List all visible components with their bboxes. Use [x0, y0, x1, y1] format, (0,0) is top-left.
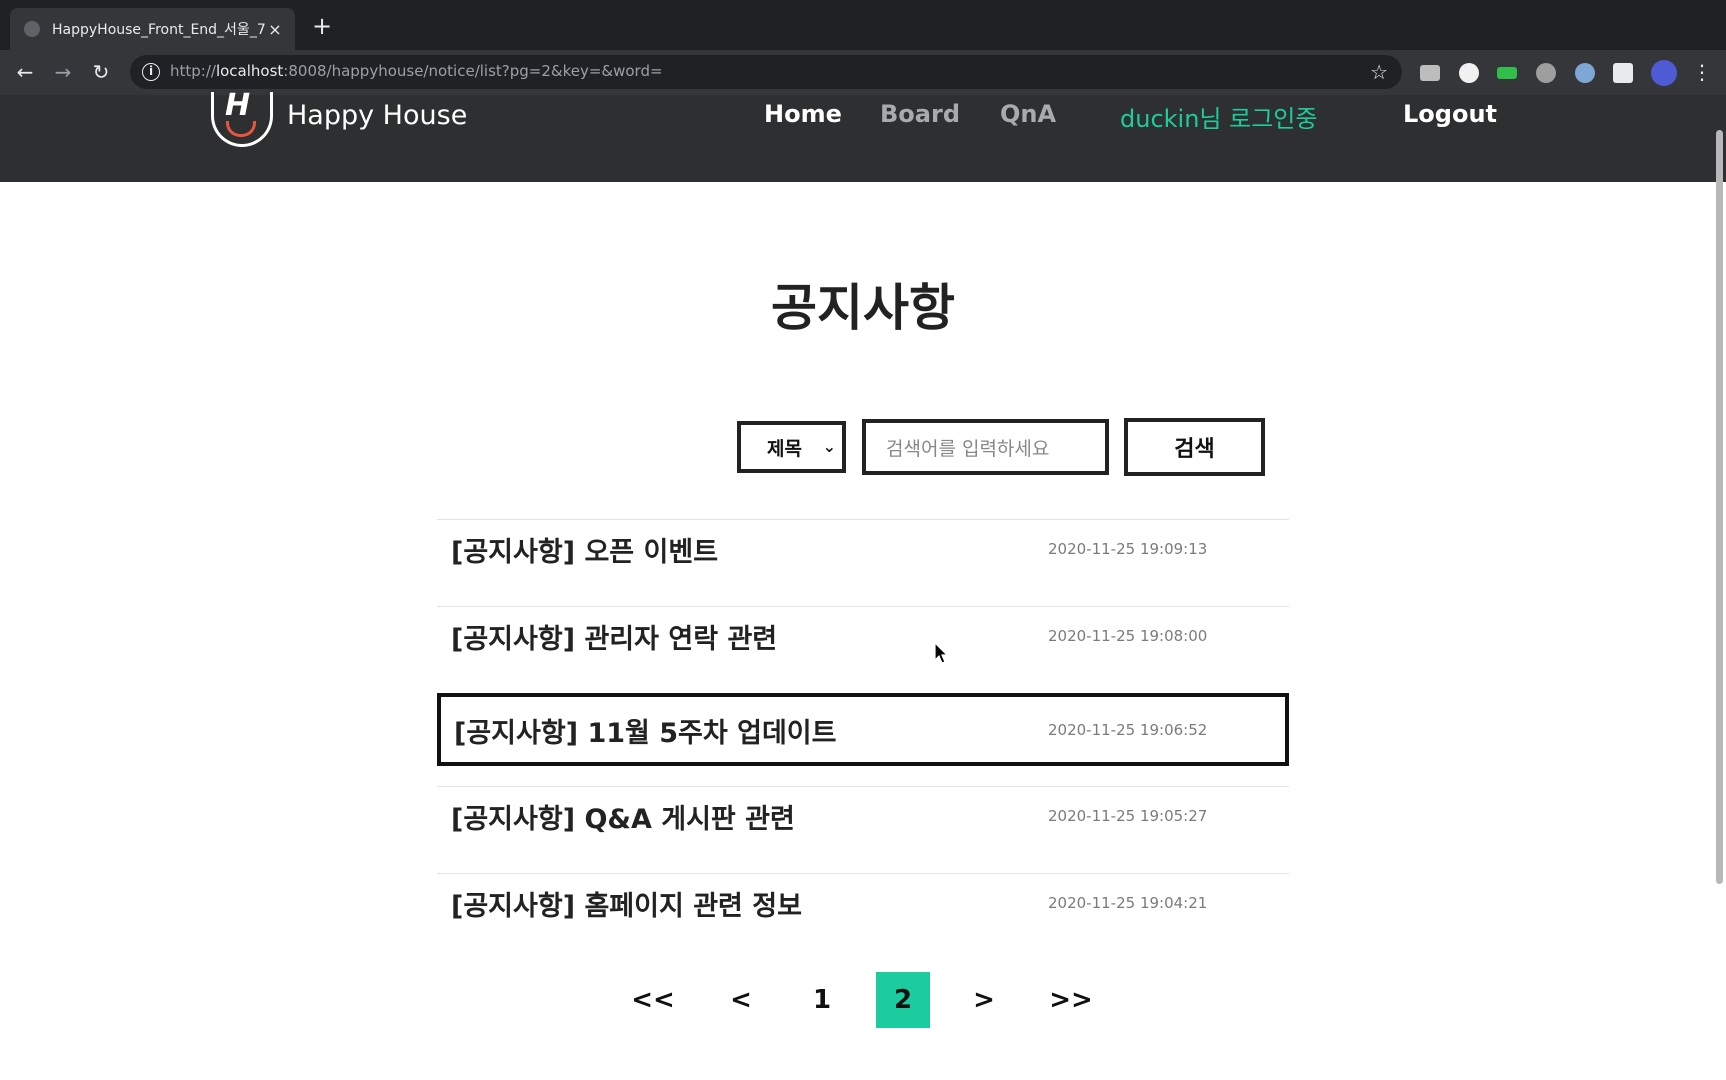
notice-date: 2020-11-25 19:05:27 — [1048, 807, 1208, 825]
tab-strip: HappyHouse_Front_End_서울_7 × + — [0, 0, 1726, 50]
bookmark-star-icon[interactable]: ☆ — [1370, 60, 1388, 84]
address-bar[interactable]: i http://localhost:8008/happyhouse/notic… — [130, 55, 1402, 89]
reload-icon[interactable]: ↻ — [88, 59, 114, 85]
logout-link[interactable]: Logout — [1403, 100, 1497, 128]
url-prefix: http:// — [170, 62, 216, 80]
notice-title[interactable]: [공지사항] 오픈 이벤트 — [451, 530, 718, 569]
extension-printer-icon[interactable] — [1420, 65, 1440, 81]
search-key-select[interactable]: 제목 ⌄ — [737, 421, 846, 473]
search-button[interactable]: 검색 — [1124, 418, 1265, 476]
globe-icon — [24, 21, 40, 37]
notice-title[interactable]: [공지사항] 홈페이지 관련 정보 — [451, 884, 802, 923]
url-text[interactable]: http://localhost:8008/happyhouse/notice/… — [170, 62, 663, 80]
tab-title: HappyHouse_Front_End_서울_7 — [52, 22, 265, 38]
search-placeholder: 검색어를 입력하세요 — [886, 437, 1050, 460]
notice-date: 2020-11-25 19:09:13 — [1048, 540, 1208, 558]
search-key-selected: 제목 — [767, 437, 802, 460]
browser-window: HappyHouse_Front_End_서울_7 × + ← → ↻ i ht… — [0, 0, 1726, 1080]
notice-list: [공지사항] 오픈 이벤트 2020-11-25 19:09:13 [공지사항]… — [437, 519, 1289, 960]
page-first-button[interactable]: << — [626, 972, 680, 1028]
brand-name[interactable]: Happy House — [287, 100, 467, 131]
notice-date: 2020-11-25 19:08:00 — [1048, 627, 1208, 645]
notice-title[interactable]: [공지사항] 11월 5주차 업데이트 — [454, 711, 836, 750]
back-arrow-icon[interactable]: ← — [12, 59, 38, 85]
site-header: H Happy House Home Board QnA duckin님 로그인… — [0, 91, 1726, 182]
nav-home[interactable]: Home — [764, 100, 842, 128]
browser-toolbar: ← → ↻ i http://localhost:8008/happyhouse… — [0, 50, 1726, 95]
extension-ring-icon[interactable] — [1575, 63, 1595, 83]
page-next-button[interactable]: > — [957, 972, 1011, 1028]
notice-title[interactable]: [공지사항] Q&A 게시판 관련 — [451, 797, 795, 836]
nav-qna[interactable]: QnA — [1000, 100, 1056, 128]
close-icon[interactable]: × — [265, 20, 285, 39]
notice-date: 2020-11-25 19:04:21 — [1048, 894, 1208, 912]
extension-ac-icon[interactable] — [1497, 67, 1517, 79]
extensions-puzzle-icon[interactable] — [1613, 63, 1633, 83]
page-number-button-current[interactable]: 2 — [876, 972, 930, 1028]
notice-row[interactable]: [공지사항] 관리자 연락 관련 2020-11-25 19:08:00 — [437, 606, 1289, 693]
url-path: :8008/happyhouse/notice/list?pg=2&key=&w… — [283, 62, 663, 80]
forward-arrow-icon[interactable]: → — [50, 59, 76, 85]
pagination: << < 1 2 > >> — [0, 972, 1726, 1028]
page-number-button[interactable]: 1 — [795, 972, 849, 1028]
login-status: duckin님 로그인중 — [1120, 105, 1318, 133]
notice-row[interactable]: [공지사항] 오픈 이벤트 2020-11-25 19:09:13 — [437, 519, 1289, 606]
info-icon[interactable]: i — [142, 63, 160, 81]
menu-dots-icon[interactable]: ⋮ — [1692, 60, 1712, 84]
mouse-cursor-icon — [934, 642, 949, 664]
notice-row[interactable]: [공지사항] 홈페이지 관련 정보 2020-11-25 19:04:21 — [437, 873, 1289, 960]
chevron-down-icon: ⌄ — [822, 437, 836, 456]
new-tab-icon[interactable]: + — [312, 14, 332, 38]
page-last-button[interactable]: >> — [1044, 972, 1098, 1028]
notice-date: 2020-11-25 19:06:52 — [1048, 721, 1208, 739]
url-host: localhost — [215, 62, 284, 80]
notice-row[interactable]: [공지사항] Q&A 게시판 관련 2020-11-25 19:05:27 — [437, 786, 1289, 873]
logo-letter: H — [225, 88, 251, 123]
extension-circle-icon[interactable] — [1459, 63, 1479, 83]
profile-avatar[interactable] — [1651, 60, 1677, 86]
page-title: 공지사항 — [771, 279, 955, 337]
page-prev-button[interactable]: < — [714, 972, 768, 1028]
vertical-scrollbar[interactable] — [1716, 130, 1723, 884]
notice-title[interactable]: [공지사항] 관리자 연락 관련 — [451, 617, 777, 656]
search-input[interactable]: 검색어를 입력하세요 — [862, 419, 1109, 475]
browser-tab[interactable]: HappyHouse_Front_End_서울_7 × — [10, 8, 295, 50]
notice-row-hovered[interactable]: [공지사항] 11월 5주차 업데이트 2020-11-25 19:06:52 — [437, 693, 1289, 766]
extension-shield-icon[interactable] — [1536, 63, 1556, 83]
nav-board[interactable]: Board — [880, 100, 960, 128]
